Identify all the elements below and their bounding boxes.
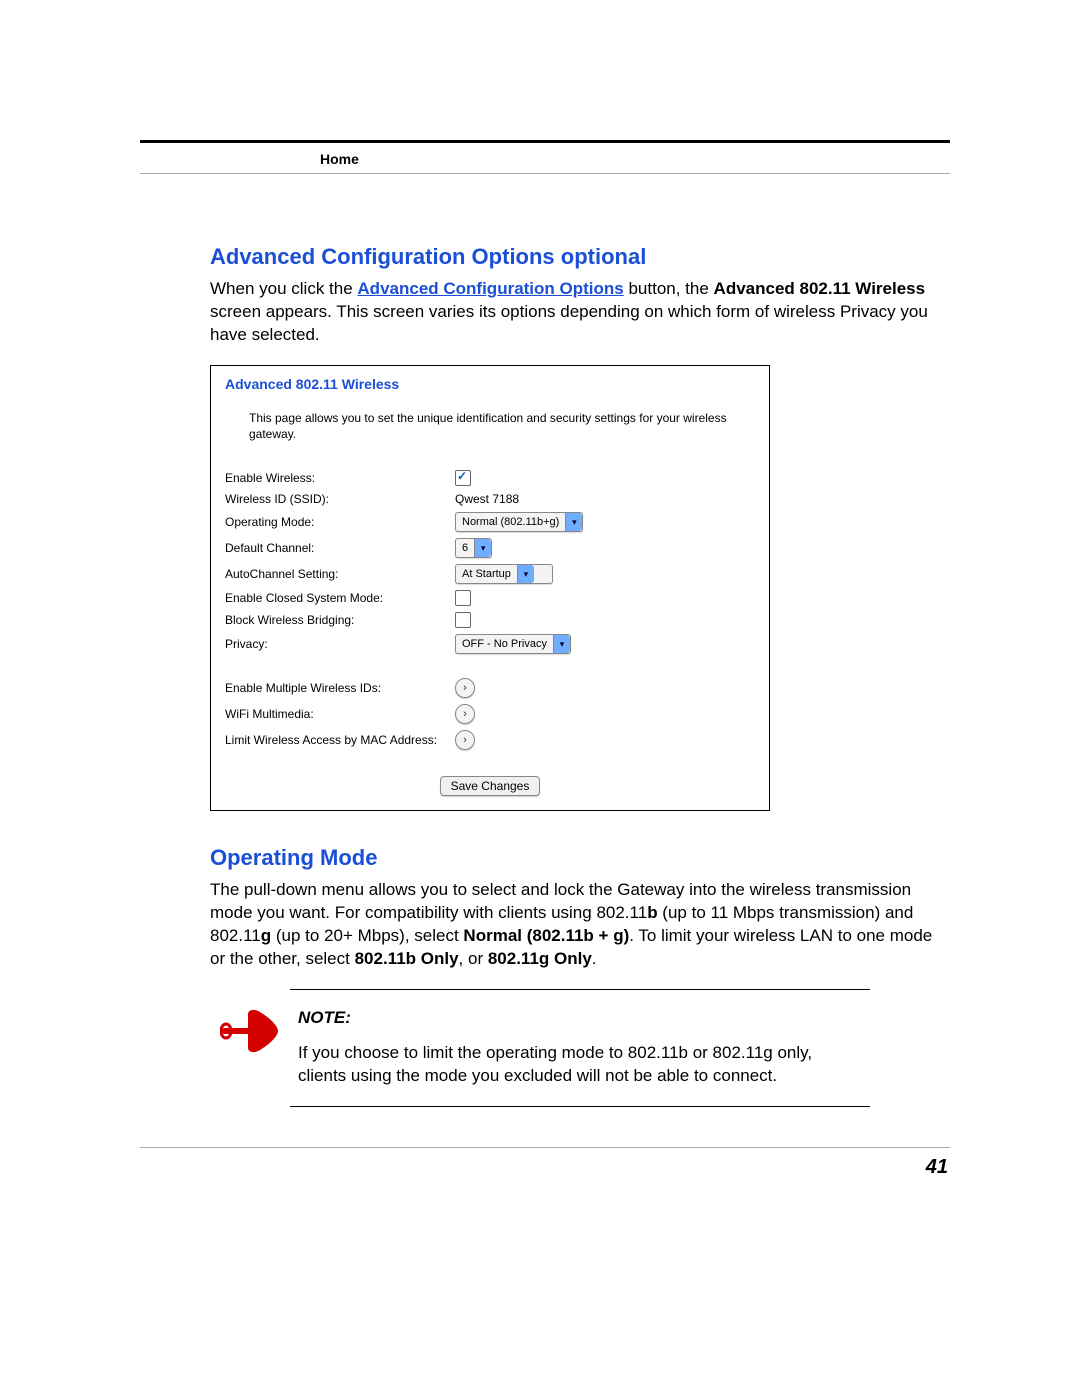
label-mac-limit: Limit Wireless Access by MAC Address: [225, 733, 455, 747]
p2-i: , or [459, 949, 488, 968]
note-rule-top [290, 989, 870, 990]
chevron-down-icon: ▾ [553, 635, 570, 653]
top-rule [140, 140, 950, 143]
label-enable-wireless: Enable Wireless: [225, 471, 455, 485]
p2-j: 802.11g Only [488, 949, 592, 968]
row-multi-ssid: Enable Multiple Wireless IDs: › [225, 678, 755, 698]
checkbox-enable-wireless[interactable] [455, 470, 471, 486]
intro-paragraph: When you click the Advanced Configuratio… [210, 278, 950, 347]
note-body: NOTE: If you choose to limit the operati… [298, 1008, 858, 1088]
row-autochannel: AutoChannel Setting: At Startup ▾ [225, 564, 755, 584]
expand-mac-limit-button[interactable]: › [455, 730, 475, 750]
content-area: Advanced Configuration Options optional … [210, 244, 950, 1107]
intro-text-3: screen appears. This screen varies its o… [210, 302, 928, 344]
select-channel-value: 6 [462, 542, 468, 554]
label-closed-system: Enable Closed System Mode: [225, 591, 455, 605]
row-closed-system: Enable Closed System Mode: [225, 590, 755, 606]
select-privacy-value: OFF - No Privacy [462, 638, 547, 650]
label-block-bridging: Block Wireless Bridging: [225, 613, 455, 627]
expand-multi-ssid-button[interactable]: › [455, 678, 475, 698]
save-wrap: Save Changes [225, 776, 755, 796]
select-op-mode[interactable]: Normal (802.11b+g) ▾ [455, 512, 583, 532]
section-title-advanced: Advanced Configuration Options optional [210, 244, 950, 270]
intro-text-2: button, the [624, 279, 714, 298]
p2-k: . [592, 949, 597, 968]
op-mode-paragraph: The pull-down menu allows you to select … [210, 879, 950, 971]
p2-b: b [647, 903, 657, 922]
row-op-mode: Operating Mode: Normal (802.11b+g) ▾ [225, 512, 755, 532]
page-number: 41 [140, 1156, 950, 1179]
note-label: NOTE: [298, 1008, 858, 1028]
label-multi-ssid: Enable Multiple Wireless IDs: [225, 681, 455, 695]
note-block: NOTE: If you choose to limit the operati… [220, 1008, 950, 1088]
value-ssid: Qwest 7188 [455, 492, 519, 506]
label-privacy: Privacy: [225, 637, 455, 651]
p2-h: 802.11b Only [355, 949, 459, 968]
note-text: If you choose to limit the operating mod… [298, 1042, 858, 1088]
p2-f: Normal (802.11b + g) [463, 926, 629, 945]
label-ssid: Wireless ID (SSID): [225, 492, 455, 506]
section-title-op-mode: Operating Mode [210, 845, 950, 871]
row-block-bridging: Block Wireless Bridging: [225, 612, 755, 628]
breadcrumb: Home [320, 151, 359, 167]
bottom-rule [140, 1147, 950, 1148]
label-op-mode: Operating Mode: [225, 515, 455, 529]
row-ssid: Wireless ID (SSID): Qwest 7188 [225, 492, 755, 506]
select-privacy[interactable]: OFF - No Privacy ▾ [455, 634, 571, 654]
chevron-down-icon: ▾ [565, 513, 582, 531]
expand-wmm-button[interactable]: › [455, 704, 475, 724]
select-op-mode-value: Normal (802.11b+g) [462, 516, 559, 528]
p2-d: g [261, 926, 271, 945]
select-autochannel[interactable]: At Startup ▾ [455, 564, 553, 584]
panel-title: Advanced 802.11 Wireless [225, 376, 755, 392]
select-autochannel-value: At Startup [462, 568, 511, 580]
advanced-config-link[interactable]: Advanced Configuration Options [357, 279, 623, 298]
label-autochannel: AutoChannel Setting: [225, 567, 455, 581]
intro-text-1: When you click the [210, 279, 357, 298]
wireless-panel: Advanced 802.11 Wireless This page allow… [210, 365, 770, 811]
header-row: Home [140, 151, 950, 174]
row-channel: Default Channel: 6 ▾ [225, 538, 755, 558]
label-wmm: WiFi Multimedia: [225, 707, 455, 721]
save-changes-button[interactable]: Save Changes [440, 776, 541, 796]
p2-e: (up to 20+ Mbps), select [271, 926, 463, 945]
pointing-hand-icon [220, 1008, 280, 1088]
note-rule-bottom [290, 1106, 870, 1107]
row-privacy: Privacy: OFF - No Privacy ▾ [225, 634, 755, 654]
checkbox-block-bridging[interactable] [455, 612, 471, 628]
document-page: Home Advanced Configuration Options opti… [0, 0, 1080, 1239]
checkbox-closed-system[interactable] [455, 590, 471, 606]
chevron-down-icon: ▾ [474, 539, 491, 557]
row-mac-limit: Limit Wireless Access by MAC Address: › [225, 730, 755, 750]
label-channel: Default Channel: [225, 541, 455, 555]
select-channel[interactable]: 6 ▾ [455, 538, 492, 558]
chevron-down-icon: ▾ [517, 565, 534, 583]
row-wmm: WiFi Multimedia: › [225, 704, 755, 724]
intro-bold: Advanced 802.11 Wireless [714, 279, 926, 298]
row-enable-wireless: Enable Wireless: [225, 470, 755, 486]
panel-desc: This page allows you to set the unique i… [249, 410, 755, 442]
